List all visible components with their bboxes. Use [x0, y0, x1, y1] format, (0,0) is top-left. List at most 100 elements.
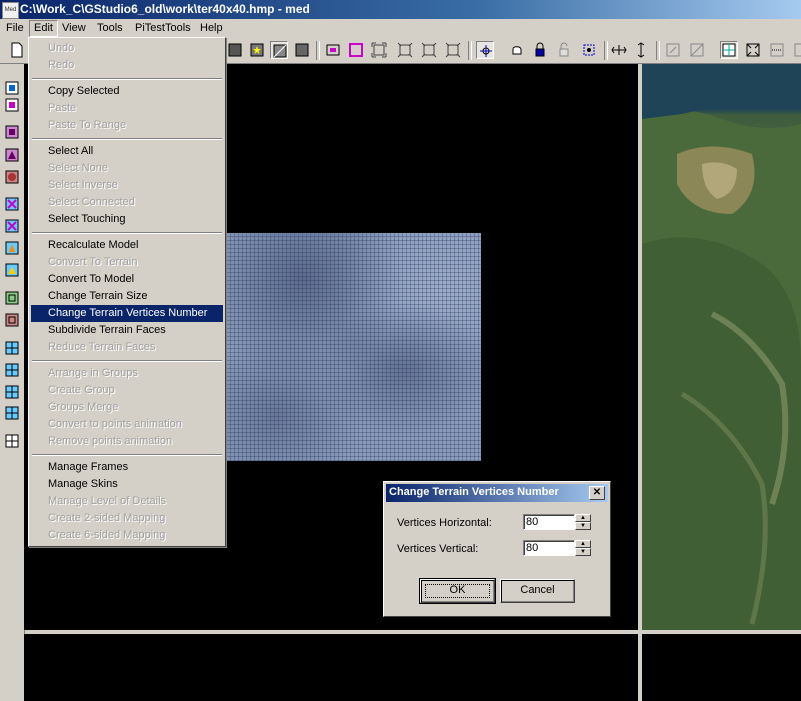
viewport-bottom-left[interactable] [24, 634, 638, 701]
ok-button[interactable]: OK [419, 578, 496, 604]
mesh-mode-icon[interactable] [293, 41, 311, 59]
change-terrain-vertices-dialog: Change Terrain Vertices Number ✕ Vertice… [383, 481, 611, 617]
menu-paste-to-range[interactable]: Paste To Range [31, 117, 223, 134]
sphere-icon[interactable] [4, 169, 20, 185]
cancel-button[interactable]: Cancel [500, 579, 575, 603]
grid-5-icon[interactable] [4, 433, 20, 449]
unlock-tool-icon[interactable] [555, 41, 573, 59]
menu-create-6-sided-mapping[interactable]: Create 6-sided Mapping [31, 527, 223, 544]
cube-icon[interactable] [4, 124, 20, 140]
edit-menu-dropdown: Undo Redo Copy Selected Paste Paste To R… [28, 37, 226, 547]
spin-down-icon[interactable]: ▼ [575, 522, 591, 530]
menu-select-connected[interactable]: Select Connected [31, 194, 223, 211]
vertices-vertical-label: Vertices Vertical: [397, 543, 479, 555]
add-face-icon[interactable] [4, 262, 20, 278]
copy-mesh-icon[interactable] [4, 290, 20, 306]
vertices-vertical-spinner[interactable]: ▲ ▼ [575, 540, 591, 556]
menu-convert-to-points-animation[interactable]: Convert to points animation [31, 416, 223, 433]
menu-convert-to-model[interactable]: Convert To Model [31, 271, 223, 288]
menu-select-all[interactable]: Select All [31, 143, 223, 160]
edge-mode-icon[interactable] [270, 41, 288, 59]
menu-groups-merge[interactable]: Groups Merge [31, 399, 223, 416]
pyramid-icon[interactable] [4, 147, 20, 163]
scale-vertical-icon[interactable] [632, 41, 650, 59]
menu-select-inverse[interactable]: Select Inverse [31, 177, 223, 194]
menu-separator [32, 78, 222, 80]
menu-remove-points-animation[interactable]: Remove points animation [31, 433, 223, 450]
pan-tool-icon[interactable] [508, 41, 526, 59]
menu-manage-skins[interactable]: Manage Skins [31, 476, 223, 493]
view-single-icon[interactable] [664, 41, 682, 59]
menu-arrange-in-groups[interactable]: Arrange in Groups [31, 365, 223, 382]
fit-view-icon[interactable] [744, 41, 762, 59]
view-quad-icon[interactable] [720, 41, 738, 59]
menu-help[interactable]: Help [196, 21, 227, 36]
select-frame-4-icon[interactable] [444, 41, 462, 59]
menu-recalculate-model[interactable]: Recalculate Model [31, 237, 223, 254]
menu-view[interactable]: View [58, 21, 90, 36]
menu-reduce-terrain-faces[interactable]: Reduce Terrain Faces [31, 339, 223, 356]
select-frame-3-icon[interactable] [420, 41, 438, 59]
rotate-tool-icon[interactable] [580, 41, 598, 59]
grid-4-icon[interactable] [4, 405, 20, 421]
menu-change-terrain-size[interactable]: Change Terrain Size [31, 288, 223, 305]
dotted-line-icon[interactable] [768, 41, 786, 59]
grid-1-icon[interactable] [4, 340, 20, 356]
view-diagonal-icon[interactable] [688, 41, 706, 59]
select-box-icon[interactable] [347, 41, 365, 59]
spin-up-icon[interactable]: ▲ [575, 514, 591, 522]
open-object-icon[interactable] [4, 80, 20, 96]
delete-vertex-icon[interactable] [4, 196, 20, 212]
more-icon[interactable] [792, 41, 801, 59]
select-frame-icon[interactable] [370, 41, 388, 59]
menu-file[interactable]: File [2, 21, 28, 36]
menu-copy-selected[interactable]: Copy Selected [31, 83, 223, 100]
menu-convert-to-terrain[interactable]: Convert To Terrain [31, 254, 223, 271]
menu-select-none[interactable]: Select None [31, 160, 223, 177]
title-bar: Med C:\Work_C\GStudio6_old\work\ter40x40… [0, 0, 801, 19]
terrain-render-image [642, 64, 801, 630]
scale-horizontal-icon[interactable] [610, 41, 628, 59]
terrain-mesh[interactable] [226, 233, 481, 461]
group-select-icon[interactable] [324, 41, 342, 59]
menu-edit[interactable]: Edit [29, 20, 58, 37]
spin-up-icon[interactable]: ▲ [575, 540, 591, 548]
grid-2-icon[interactable] [4, 362, 20, 378]
menu-create-2-sided-mapping[interactable]: Create 2-sided Mapping [31, 510, 223, 527]
lock-tool-icon[interactable] [531, 41, 549, 59]
menu-paste[interactable]: Paste [31, 100, 223, 117]
menu-tools[interactable]: Tools [93, 21, 127, 36]
viewport-bottom-right[interactable] [642, 634, 801, 701]
menu-change-terrain-vertices-number[interactable]: Change Terrain Vertices Number [31, 305, 223, 322]
left-toolbar [0, 64, 25, 701]
move-tool-icon[interactable] [476, 41, 494, 59]
select-frame-2-icon[interactable] [396, 41, 414, 59]
close-icon[interactable]: ✕ [589, 486, 605, 500]
face-mode-icon[interactable] [226, 41, 244, 59]
menu-manage-frames[interactable]: Manage Frames [31, 459, 223, 476]
menu-separator [32, 454, 222, 456]
delete-face-icon[interactable] [4, 218, 20, 234]
paste-mesh-icon[interactable] [4, 312, 20, 328]
vertices-vertical-input[interactable] [523, 540, 575, 556]
app-icon[interactable]: Med [2, 2, 19, 19]
menu-redo[interactable]: Redo [31, 57, 223, 74]
grid-3-icon[interactable] [4, 384, 20, 400]
vertices-horizontal-spinner[interactable]: ▲ ▼ [575, 514, 591, 530]
dialog-title-bar[interactable]: Change Terrain Vertices Number ✕ [386, 484, 608, 502]
add-vertex-icon[interactable] [4, 240, 20, 256]
menu-subdivide-terrain-faces[interactable]: Subdivide Terrain Faces [31, 322, 223, 339]
menu-pitesttools[interactable]: PiTestTools [131, 21, 195, 36]
menu-separator [32, 360, 222, 362]
menu-select-touching[interactable]: Select Touching [31, 211, 223, 228]
vertices-horizontal-input[interactable] [523, 514, 575, 530]
menu-separator [32, 138, 222, 140]
new-file-icon[interactable] [8, 41, 26, 59]
viewport-3d[interactable] [642, 64, 801, 630]
save-object-icon[interactable] [4, 97, 20, 113]
menu-undo[interactable]: Undo [31, 40, 223, 57]
spin-down-icon[interactable]: ▼ [575, 548, 591, 556]
vertex-mode-icon[interactable] [248, 41, 266, 59]
menu-manage-level-of-details[interactable]: Manage Level of Details [31, 493, 223, 510]
menu-create-group[interactable]: Create Group [31, 382, 223, 399]
